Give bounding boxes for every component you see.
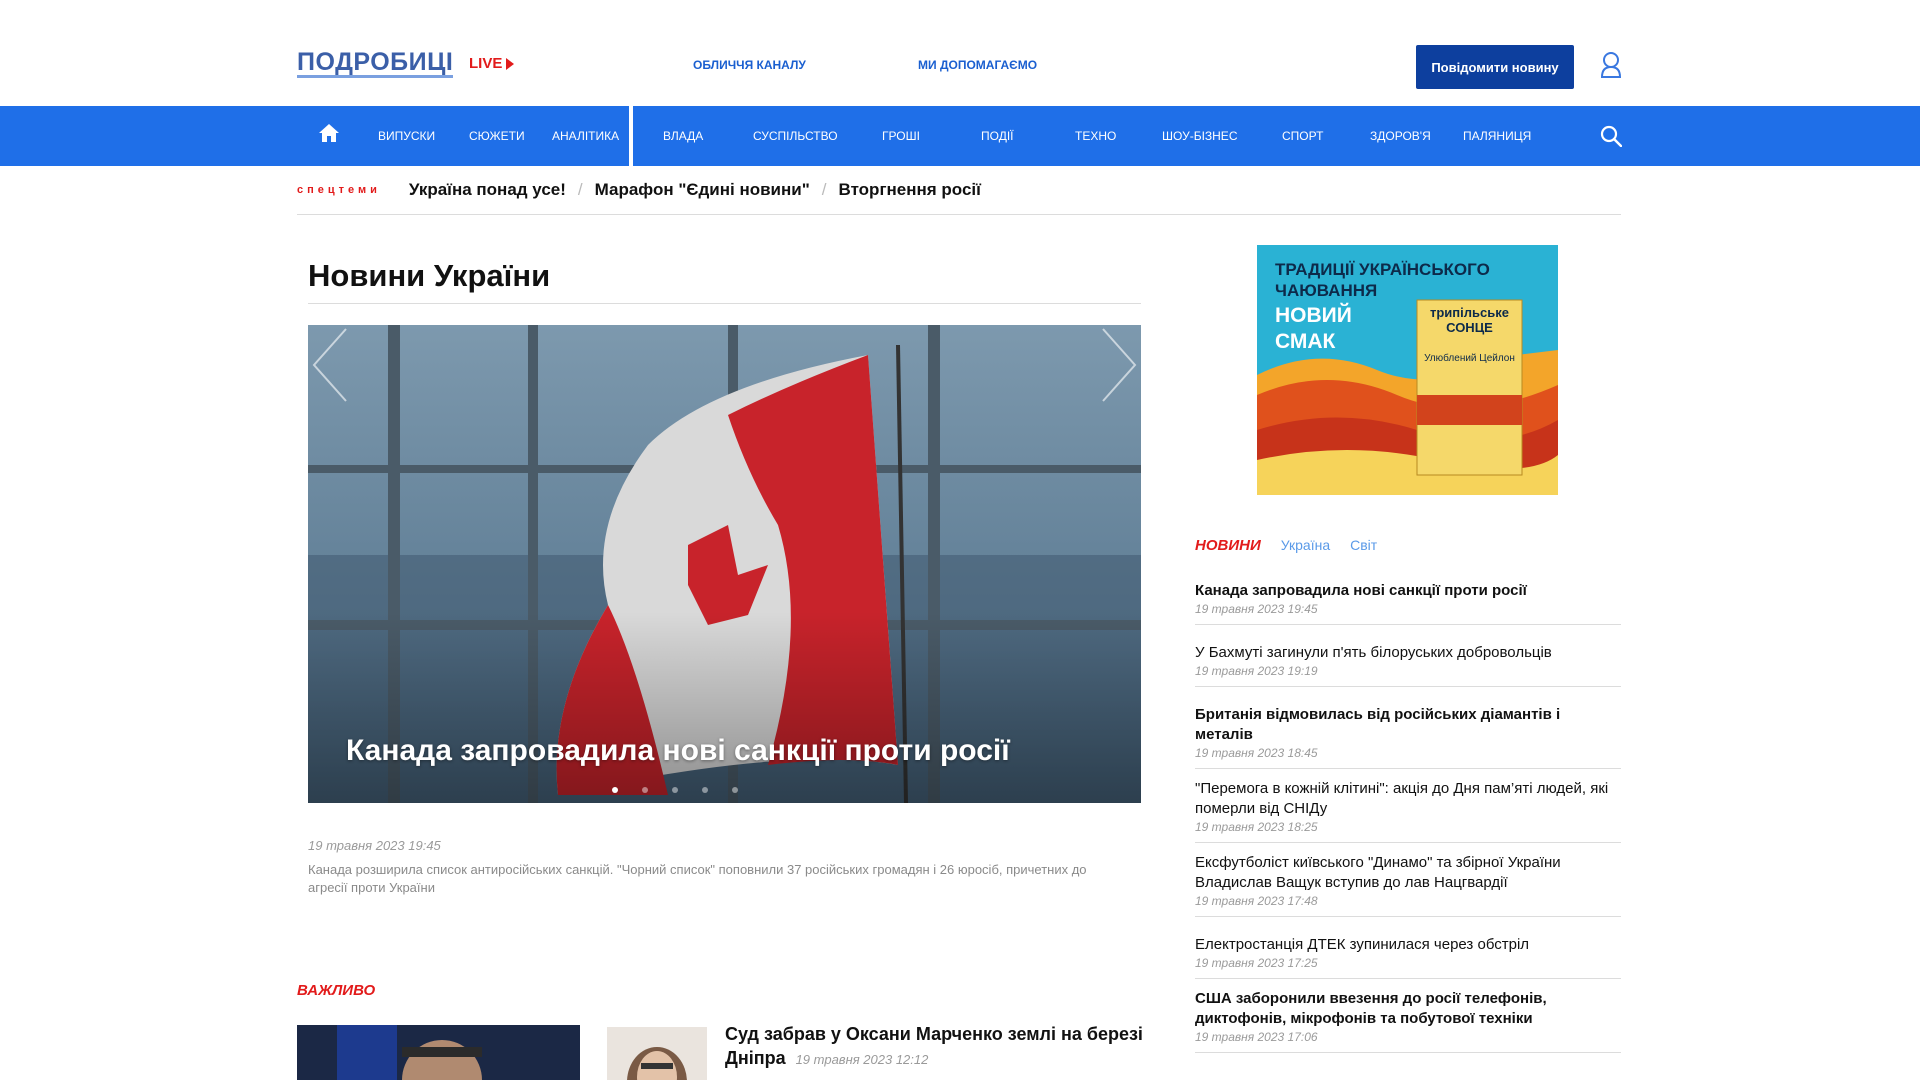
- prev-slide-arrow[interactable]: [310, 325, 350, 405]
- nav-item-palianytsia[interactable]: ПАЛЯНИЦЯ: [1463, 106, 1531, 166]
- news-date: 19 травня 2023 17:48: [1195, 894, 1318, 908]
- site-logo[interactable]: ПОДРОБИЦІ: [297, 48, 454, 78]
- news-item[interactable]: Електростанція ДТЕК зупинилася через обс…: [1195, 917, 1621, 979]
- hero-image: [308, 325, 1141, 803]
- slider-dot[interactable]: [731, 787, 738, 793]
- tab-world[interactable]: Світ: [1350, 537, 1377, 553]
- hero-date: 19 травня 2023 19:45: [308, 838, 441, 853]
- important-date: 19 травня 2023 12:12: [795, 1052, 929, 1067]
- live-link[interactable]: LIVE: [469, 55, 515, 72]
- news-item[interactable]: "Перемога в кожній клітині": акція до Дн…: [1195, 769, 1621, 843]
- live-label: LIVE: [469, 55, 503, 72]
- news-item[interactable]: США заборонили ввезення до росії телефон…: [1195, 979, 1621, 1053]
- site-header: ПОДРОБИЦІ LIVE ОБЛИЧЧЯ КАНАЛУ МИ ДОПОМАГ…: [0, 0, 1920, 106]
- nav-item-groshi[interactable]: ГРОШІ: [882, 106, 920, 166]
- news-title[interactable]: Електростанція ДТЕК зупинилася через обс…: [1195, 935, 1621, 955]
- nav-item-vlada[interactable]: ВЛАДА: [663, 106, 703, 166]
- news-date: 19 травня 2023 17:06: [1195, 1030, 1318, 1044]
- news-list: Канада запровадила нові санкції проти ро…: [1195, 573, 1621, 1053]
- special-topic-link[interactable]: Україна понад усе!: [409, 180, 566, 200]
- search-icon[interactable]: [1600, 125, 1622, 147]
- special-topic-link[interactable]: Вторгнення росії: [839, 180, 981, 200]
- tab-news[interactable]: НОВИНИ: [1195, 537, 1261, 554]
- important-title-text[interactable]: Суд забрав у Оксани Марченко землі на бе…: [725, 1024, 1143, 1068]
- special-topic-link[interactable]: Марафон "Єдині новини": [595, 180, 810, 200]
- separator: /: [577, 180, 583, 199]
- nav-divider: [629, 106, 633, 166]
- play-icon: [506, 57, 515, 70]
- news-item[interactable]: У Бахмуті загинули п'ять білоруських доб…: [1195, 625, 1621, 687]
- nav-item-vypusky[interactable]: ВИПУСКИ: [378, 106, 435, 166]
- news-title[interactable]: США заборонили ввезення до росії телефон…: [1195, 989, 1621, 1029]
- news-title[interactable]: Ексфутболіст київського "Динамо" та збір…: [1195, 853, 1621, 893]
- news-date: 19 травня 2023 18:45: [1195, 746, 1318, 760]
- report-news-button[interactable]: Повідомити новину: [1416, 45, 1574, 89]
- news-item[interactable]: Канада запровадила нові санкції проти ро…: [1195, 573, 1621, 625]
- main-nav: ВИПУСКИ СЮЖЕТИ АНАЛІТИКА ВЛАДА СУСПІЛЬСТ…: [0, 106, 1920, 166]
- important-image-main[interactable]: [297, 1025, 580, 1080]
- news-date: 19 травня 2023 18:25: [1195, 820, 1318, 834]
- slider-dots: [308, 787, 1091, 793]
- tab-ukraine[interactable]: Україна: [1281, 537, 1330, 553]
- nav-item-analityka[interactable]: АНАЛІТИКА: [552, 106, 619, 166]
- slider-dot[interactable]: [701, 787, 708, 793]
- nav-item-tekhno[interactable]: ТЕХНО: [1075, 106, 1116, 166]
- news-date: 19 травня 2023 17:25: [1195, 956, 1318, 970]
- ad-product: Улюблений Цейлон: [1424, 353, 1515, 364]
- important-headline[interactable]: Суд забрав у Оксани Марченко землі на бе…: [725, 1022, 1145, 1072]
- ad-banner[interactable]: ТРАДИЦІЇ УКРАЇНСЬКОГО ЧАЮВАННЯ НОВИЙ СМА…: [1257, 245, 1558, 495]
- nav-item-show-biznes[interactable]: ШОУ-БІЗНЕС: [1162, 106, 1237, 166]
- slider-dot[interactable]: [641, 787, 648, 793]
- important-image-thumb[interactable]: [607, 1027, 707, 1080]
- ad-brand: трипільське СОНЦЕ: [1430, 305, 1509, 335]
- home-icon[interactable]: [318, 123, 340, 143]
- news-item[interactable]: Британія відмовилась від російських діам…: [1195, 687, 1621, 769]
- ad-subline: НОВИЙ СМАК: [1275, 304, 1352, 353]
- title-divider: [308, 303, 1141, 304]
- nav-item-zdorovia[interactable]: ЗДОРОВ'Я: [1370, 106, 1431, 166]
- nav-item-sport[interactable]: СПОРТ: [1282, 106, 1323, 166]
- news-title[interactable]: У Бахмуті загинули п'ять білоруських доб…: [1195, 643, 1621, 663]
- separator: /: [821, 180, 827, 199]
- we-help-link[interactable]: МИ ДОПОМАГАЄМО: [918, 58, 1037, 72]
- page-title: Новини України: [308, 258, 551, 293]
- news-title[interactable]: Британія відмовилась від російських діам…: [1195, 705, 1621, 745]
- news-title[interactable]: Канада запровадила нові санкції проти ро…: [1195, 581, 1621, 601]
- user-icon[interactable]: [1600, 51, 1622, 79]
- important-section-label: ВАЖЛИВО: [297, 982, 376, 999]
- hero-description: Канада розширила список антиросійських с…: [308, 862, 1087, 895]
- special-topics-label: спецтеми: [297, 184, 381, 196]
- nav-item-suspilstvo[interactable]: СУСПІЛЬСТВО: [753, 106, 838, 166]
- news-date: 19 травня 2023 19:45: [1195, 602, 1318, 616]
- slider-dot[interactable]: [611, 787, 618, 793]
- news-title[interactable]: "Перемога в кожній клітині": акція до Дн…: [1195, 779, 1621, 819]
- nav-item-syuzhety[interactable]: СЮЖЕТИ: [469, 106, 525, 166]
- channel-faces-link[interactable]: ОБЛИЧЧЯ КАНАЛУ: [693, 58, 806, 72]
- news-tabs: НОВИНИ Україна Світ: [1195, 537, 1377, 554]
- ad-headline: ТРАДИЦІЇ УКРАЇНСЬКОГО ЧАЮВАННЯ: [1275, 260, 1490, 300]
- hero-slider[interactable]: Канада запровадила нові санкції проти ро…: [308, 325, 1141, 803]
- nav-item-podii[interactable]: ПОДІЇ: [981, 106, 1014, 166]
- hero-headline[interactable]: Канада запровадила нові санкції проти ро…: [346, 734, 1010, 768]
- slider-dot[interactable]: [671, 787, 678, 793]
- next-slide-arrow[interactable]: [1099, 325, 1139, 405]
- news-item[interactable]: Ексфутболіст київського "Динамо" та збір…: [1195, 843, 1621, 917]
- special-topics-bar: спецтеми Україна понад усе! / Марафон "Є…: [297, 166, 1621, 215]
- news-date: 19 травня 2023 19:19: [1195, 664, 1318, 678]
